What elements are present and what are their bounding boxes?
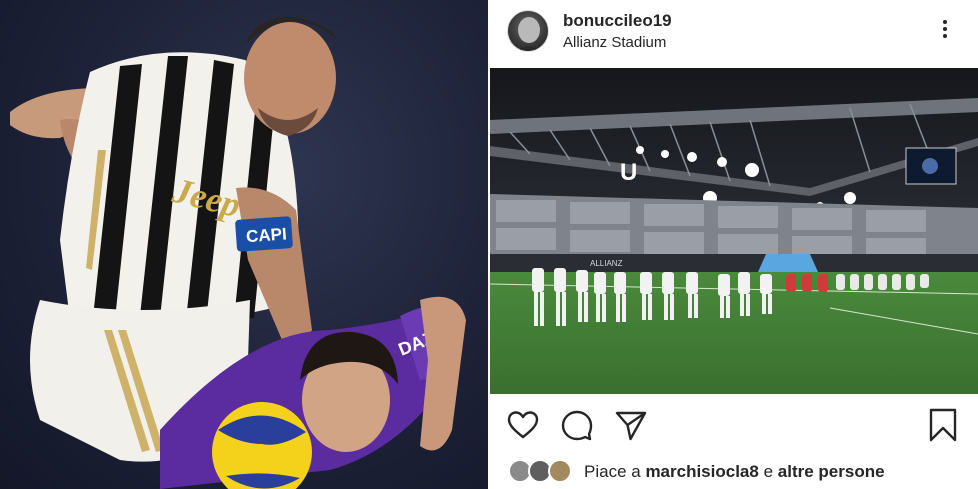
share-button[interactable] — [614, 408, 648, 442]
likes-row: Piace a marchisiocla8 e altre persone — [508, 458, 968, 486]
post-image[interactable]: U ALLIANZ — [490, 68, 978, 394]
likes-joiner: e — [763, 462, 774, 481]
post-username[interactable]: bonuccileo19 — [563, 11, 672, 31]
others-link[interactable]: altre persone — [778, 462, 885, 481]
liker-avatar — [548, 459, 572, 483]
post-location[interactable]: Allianz Stadium — [563, 34, 666, 51]
heart-icon — [507, 411, 539, 439]
liker-avatars[interactable] — [508, 459, 574, 485]
comment-icon — [561, 410, 593, 441]
stand-advert-text: ALLIANZ — [590, 259, 623, 268]
bookmark-icon — [929, 408, 957, 442]
more-vertical-icon — [943, 20, 947, 24]
post-header: bonuccileo19 Allianz Stadium — [488, 0, 978, 66]
more-options-button[interactable] — [936, 18, 954, 44]
likes-prefix: Piace a — [584, 462, 641, 481]
comment-button[interactable] — [560, 408, 594, 442]
match-action-photo: Jeep CAPI DAZN — [0, 0, 488, 489]
post-actions-bar — [488, 404, 978, 448]
stadium-logo-letter: U — [620, 159, 637, 186]
likes-summary[interactable]: Piace a marchisiocla8 e altre persone — [584, 462, 885, 482]
profile-avatar[interactable] — [507, 10, 549, 52]
liked-by-username[interactable]: marchisiocla8 — [645, 462, 758, 481]
instagram-post: bonuccileo19 Allianz Stadium U ALLIANZ P… — [488, 0, 978, 489]
save-button[interactable] — [926, 408, 960, 442]
captain-armband: CAPI — [245, 224, 287, 246]
like-button[interactable] — [506, 408, 540, 442]
send-icon — [615, 411, 647, 441]
